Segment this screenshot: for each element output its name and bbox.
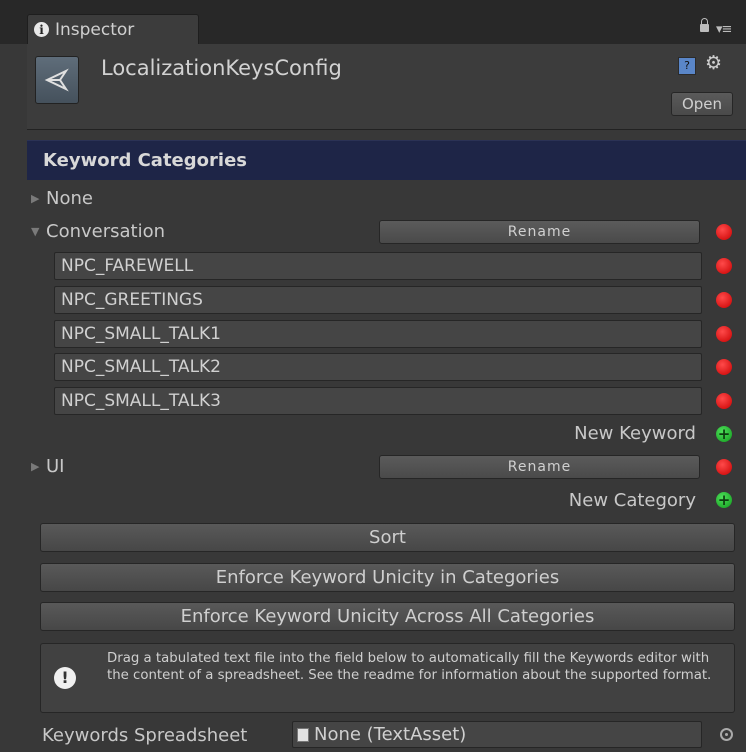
remove-icon[interactable] xyxy=(716,359,732,375)
category-conversation[interactable]: ▼ Conversation xyxy=(31,221,165,242)
section-title: Keyword Categories xyxy=(27,140,746,180)
keyword-field[interactable]: NPC_SMALL_TALK3 xyxy=(54,387,702,415)
help-text: Drag a tabulated text file into the fiel… xyxy=(107,651,712,683)
add-keyword-icon[interactable]: + xyxy=(716,426,732,442)
collapsed-arrow-icon: ▶ xyxy=(31,460,40,473)
menu-icon[interactable]: ▾≡ xyxy=(716,22,732,37)
spreadsheet-value: None (TextAsset) xyxy=(314,724,467,745)
category-none[interactable]: ▶ None xyxy=(31,188,93,209)
new-keyword-label: New Keyword xyxy=(574,423,696,444)
help-box: ! Drag a tabulated text file into the fi… xyxy=(40,643,735,713)
info-icon: i xyxy=(34,22,49,37)
enforce-unicity-categories-button[interactable]: Enforce Keyword Unicity in Categories xyxy=(40,563,735,592)
inspector-toolbar: i Inspector ▾≡ xyxy=(0,0,746,44)
sort-button[interactable]: Sort xyxy=(40,523,735,552)
remove-icon[interactable] xyxy=(716,393,732,409)
rename-ui-button[interactable]: Rename xyxy=(379,455,700,479)
tab-inspector[interactable]: i Inspector xyxy=(27,14,199,44)
remove-icon[interactable] xyxy=(716,459,732,475)
keyword-field[interactable]: NPC_SMALL_TALK2 xyxy=(54,353,702,381)
text-asset-icon xyxy=(297,727,309,742)
remove-icon[interactable] xyxy=(716,292,732,308)
spreadsheet-object-field[interactable]: None (TextAsset) xyxy=(292,721,702,748)
category-label: UI xyxy=(46,456,65,477)
open-button[interactable]: Open xyxy=(671,92,733,116)
collapsed-arrow-icon: ▶ xyxy=(31,192,40,205)
keyword-field[interactable]: NPC_FAREWELL xyxy=(54,252,702,280)
object-picker-icon[interactable] xyxy=(720,728,733,741)
enforce-unicity-across-button[interactable]: Enforce Keyword Unicity Across All Categ… xyxy=(40,602,735,631)
help-book-icon[interactable]: ? xyxy=(678,57,696,75)
category-ui[interactable]: ▶ UI xyxy=(31,456,64,477)
gear-icon[interactable]: ⚙ xyxy=(705,52,722,74)
asset-title: LocalizationKeysConfig xyxy=(101,56,342,80)
expanded-arrow-icon: ▼ xyxy=(31,225,40,238)
rename-conversation-button[interactable]: Rename xyxy=(379,220,700,244)
category-label: None xyxy=(46,188,93,209)
keyword-field[interactable]: NPC_SMALL_TALK1 xyxy=(54,320,702,348)
remove-icon[interactable] xyxy=(716,224,732,240)
asset-icon xyxy=(35,56,79,104)
lock-icon[interactable] xyxy=(700,18,709,32)
spreadsheet-label: Keywords Spreadsheet xyxy=(42,725,248,746)
new-category-label: New Category xyxy=(568,490,696,511)
remove-icon[interactable] xyxy=(716,326,732,342)
tab-inspector-label: Inspector xyxy=(55,19,135,40)
remove-icon[interactable] xyxy=(716,258,732,274)
keyword-field[interactable]: NPC_GREETINGS xyxy=(54,286,702,314)
warning-icon: ! xyxy=(54,667,76,689)
category-label: Conversation xyxy=(46,221,166,242)
asset-header: LocalizationKeysConfig ? ⚙ Open xyxy=(27,44,746,130)
add-category-icon[interactable]: + xyxy=(716,492,732,508)
